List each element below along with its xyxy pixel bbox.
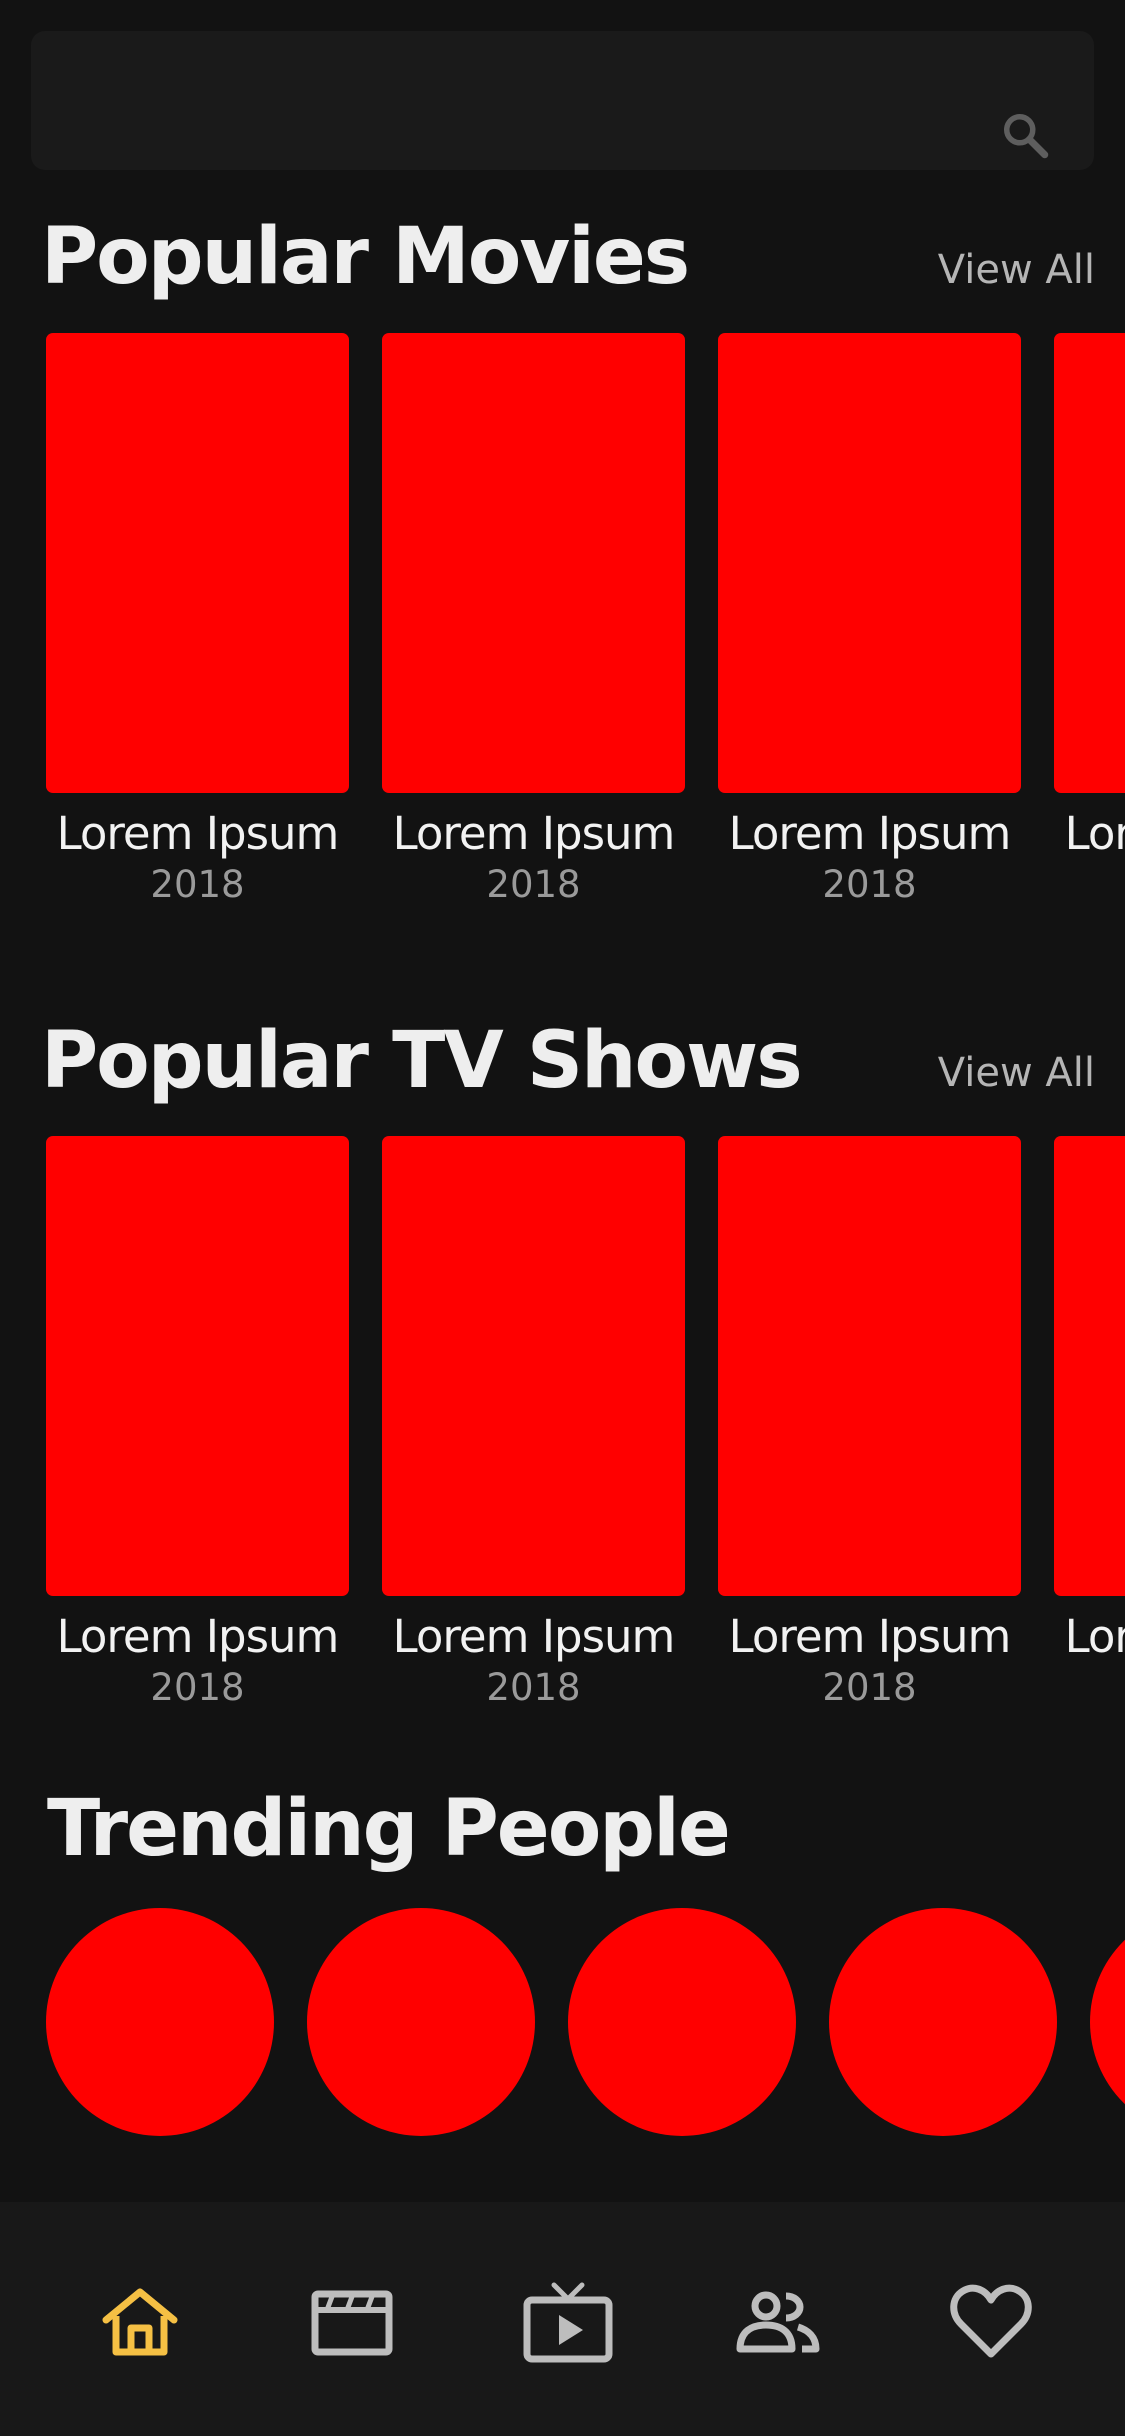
movie-title: Lorem Ipsum [392, 807, 676, 860]
person-avatar[interactable] [568, 1908, 796, 2136]
movie-poster[interactable] [1054, 333, 1125, 793]
movie-card[interactable]: Lorem Ipsum 2018 [46, 333, 349, 903]
app-screen: Popular Movies View All Lorem Ipsum 2018… [0, 0, 1125, 2436]
movie-poster[interactable] [46, 333, 349, 793]
tv-show-year: 2018 [822, 1666, 917, 1709]
search-bar[interactable] [31, 31, 1094, 172]
popular-movies-title: Popular Movies [41, 212, 690, 302]
tv-show-year: 2018 [150, 1666, 245, 1709]
bottom-navigation [0, 2202, 1125, 2436]
tv-show-card[interactable]: Lorem Ipsum 2018 [46, 1136, 349, 1706]
tv-show-card[interactable]: Lorem Ipsum 2018 [718, 1136, 1021, 1706]
tv-show-poster[interactable] [46, 1136, 349, 1596]
tv-show-title: Lorem Ipsum [1064, 1610, 1125, 1663]
popular-tv-shows-carousel[interactable]: Lorem Ipsum 2018 Lorem Ipsum 2018 Lorem … [0, 1136, 1125, 1756]
tv-icon [523, 2282, 613, 2363]
tv-show-year: 2018 [1054, 1669, 1125, 1706]
person-avatar[interactable] [307, 1908, 535, 2136]
tv-show-poster[interactable] [718, 1136, 1021, 1596]
nav-tab-people[interactable] [728, 2282, 828, 2362]
tv-show-title: Lorem Ipsum [728, 1610, 1012, 1663]
tv-show-year: 2018 [486, 1666, 581, 1709]
tv-show-title: Lorem Ipsum [56, 1610, 340, 1663]
movie-year: 2018 [150, 863, 245, 906]
movie-year: 2018 [486, 863, 581, 906]
tv-show-title: Lorem Ipsum [392, 1610, 676, 1663]
popular-tv-shows-view-all-link[interactable]: View All [938, 1053, 1095, 1093]
search-input[interactable] [71, 31, 955, 172]
movie-card[interactable]: Lorem Ipsum 2018 [1054, 333, 1125, 903]
tv-show-poster[interactable] [382, 1136, 685, 1596]
nav-tab-home[interactable] [90, 2282, 190, 2362]
nav-tab-tv[interactable] [518, 2282, 618, 2363]
movie-title: Lorem Ipsum [56, 807, 340, 860]
movie-title: Lorem Ipsum [1064, 807, 1125, 860]
tv-show-card[interactable]: Lorem Ipsum 2018 [1054, 1136, 1125, 1706]
clapperboard-icon [311, 2290, 393, 2356]
popular-tv-shows-title: Popular TV Shows [41, 1016, 803, 1106]
people-icon [736, 2291, 820, 2353]
tv-show-card[interactable]: Lorem Ipsum 2018 [382, 1136, 685, 1706]
movie-card[interactable]: Lorem Ipsum 2018 [382, 333, 685, 903]
search-icon[interactable] [996, 106, 1056, 166]
movie-poster[interactable] [382, 333, 685, 793]
trending-people-carousel[interactable] [0, 1908, 1125, 2138]
popular-movies-view-all-link[interactable]: View All [938, 250, 1095, 290]
popular-movies-carousel[interactable]: Lorem Ipsum 2018 Lorem Ipsum 2018 Lorem … [0, 333, 1125, 953]
movie-year: 2018 [822, 863, 917, 906]
nav-tab-favorites[interactable] [941, 2282, 1041, 2362]
movie-poster[interactable] [718, 333, 1021, 793]
heart-icon [950, 2284, 1032, 2358]
nav-tab-movies[interactable] [302, 2282, 402, 2362]
person-avatar[interactable] [46, 1908, 274, 2136]
movie-title: Lorem Ipsum [728, 807, 1012, 860]
tv-show-poster[interactable] [1054, 1136, 1125, 1596]
movie-card[interactable]: Lorem Ipsum 2018 [718, 333, 1021, 903]
person-avatar[interactable] [1090, 1908, 1125, 2136]
trending-people-title: Trending People [47, 1784, 731, 1874]
movie-year: 2018 [1054, 866, 1125, 903]
person-avatar[interactable] [829, 1908, 1057, 2136]
home-icon [102, 2288, 178, 2356]
